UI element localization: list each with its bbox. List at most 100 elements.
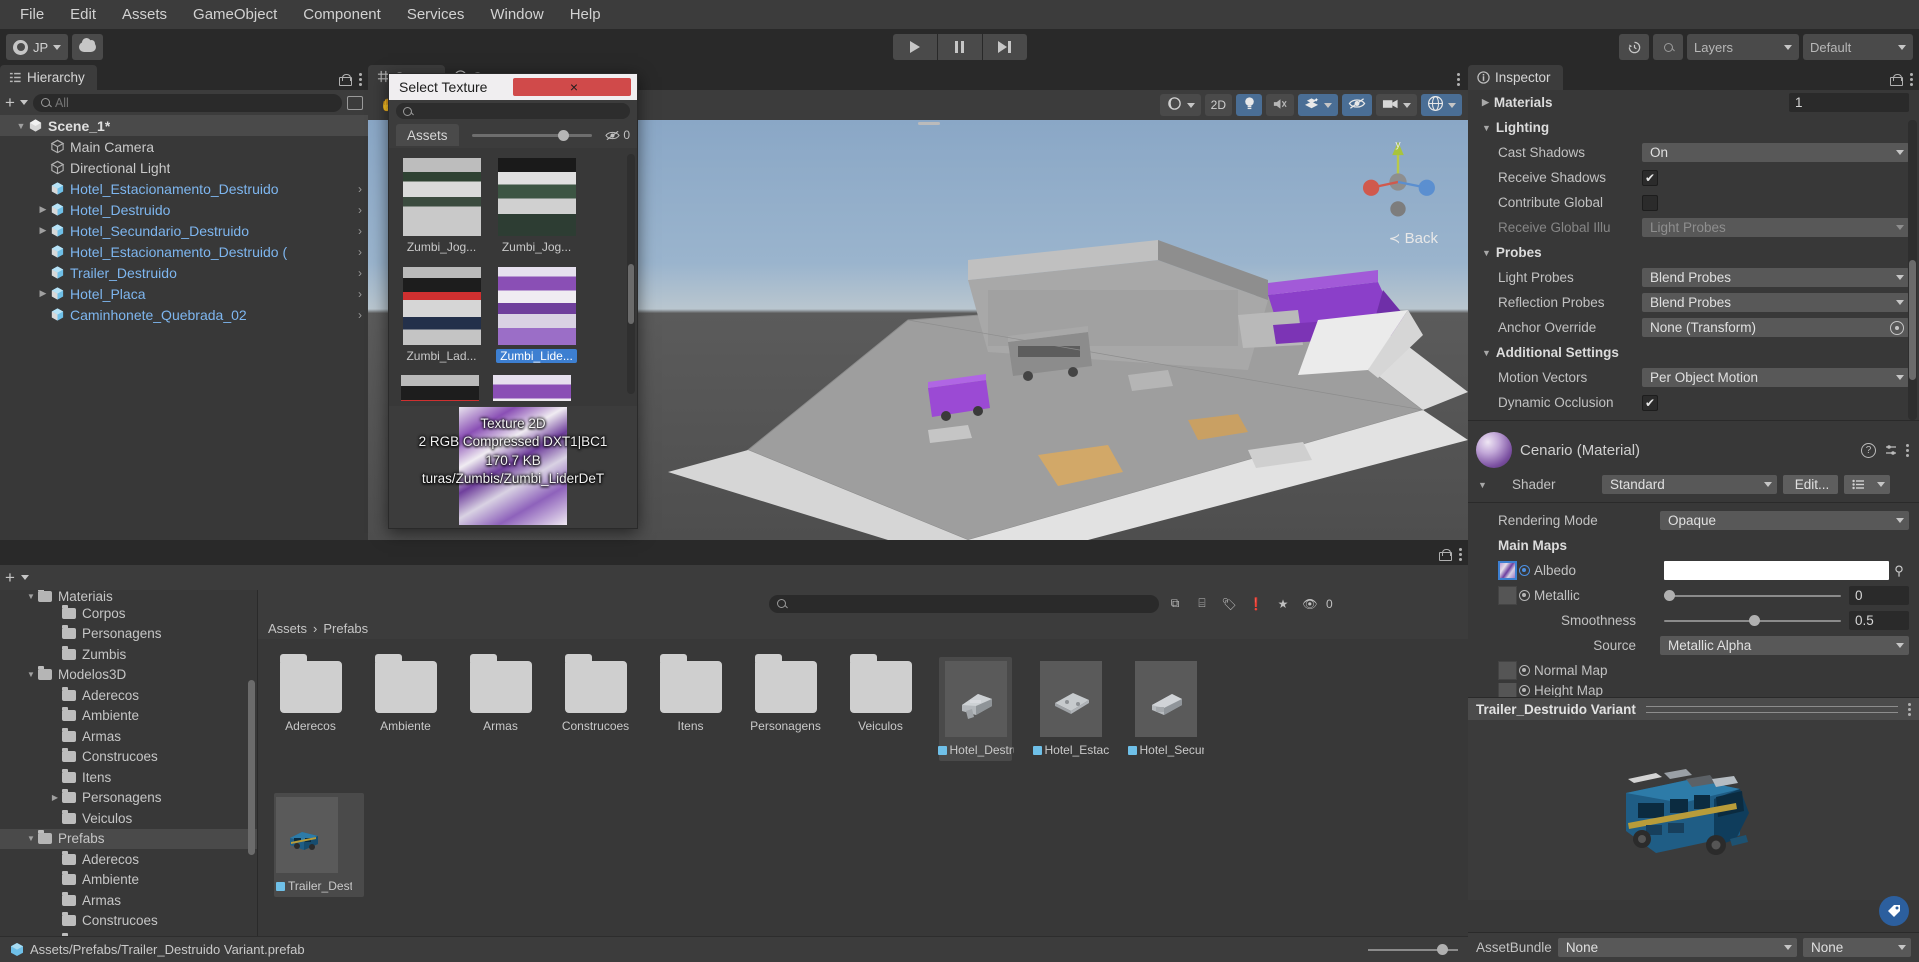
menu-item-edit[interactable]: Edit — [58, 3, 108, 26]
material-menu-button[interactable] — [1906, 443, 1909, 457]
source-dropdown[interactable]: Metallic Alpha — [1660, 636, 1909, 655]
chevron-down-icon[interactable]: ▼ — [24, 834, 38, 843]
object-picker-icon[interactable] — [1890, 320, 1904, 335]
hierarchy-row[interactable]: ▶ Hotel_Placa › — [0, 283, 368, 304]
normal-map-radio-icon[interactable] — [1519, 665, 1530, 676]
dynamic-occlusion-checkbox[interactable]: ✔ — [1642, 394, 1658, 411]
layers-dropdown[interactable]: Layers — [1687, 34, 1799, 60]
filter-type-icon[interactable]: ⌸ — [1191, 594, 1213, 614]
cast-shadows-dropdown[interactable]: On — [1642, 143, 1909, 162]
shader-dropdown[interactable]: Standard — [1602, 475, 1777, 494]
eyedropper-icon[interactable]: ⚲ — [1889, 561, 1909, 580]
inspector-scrollbar[interactable] — [1908, 120, 1917, 420]
height-map-radio-icon[interactable] — [1519, 684, 1530, 696]
assetbundle-variant-dropdown[interactable]: None — [1803, 938, 1911, 957]
menu-item-assets[interactable]: Assets — [110, 3, 179, 26]
chevron-right-icon[interactable]: › — [358, 203, 362, 217]
texture-cell[interactable]: Zumbi_Lide... — [496, 266, 577, 368]
project-tree-row[interactable]: Ambiente — [0, 706, 257, 727]
rendering-mode-dropdown[interactable]: Opaque — [1660, 511, 1909, 530]
chevron-right-icon[interactable]: › — [358, 224, 362, 238]
project-tree-row[interactable]: ▶ Personagens — [0, 788, 257, 809]
help-icon[interactable]: ? — [1861, 442, 1876, 458]
probes-header[interactable]: ▼ Probes — [1468, 240, 1919, 265]
asset-folder[interactable]: Aderecos — [274, 654, 347, 761]
chevron-right-icon[interactable]: › — [358, 308, 362, 322]
asset-folder[interactable]: Personagens — [749, 654, 822, 761]
project-search-input[interactable] — [791, 596, 1151, 611]
metallic-radio-icon[interactable] — [1519, 590, 1530, 601]
contribute-global-checkbox[interactable] — [1642, 194, 1658, 211]
albedo-color-swatch[interactable] — [1664, 561, 1889, 580]
preset-icon[interactable] — [1884, 443, 1898, 457]
normal-map-thumbnail[interactable] — [1498, 661, 1517, 680]
height-map-thumbnail[interactable] — [1498, 683, 1517, 697]
preview-resize-grip[interactable] — [1645, 705, 1898, 713]
pause-button[interactable] — [937, 34, 982, 60]
menu-item-file[interactable]: File — [8, 3, 56, 26]
project-tree-row[interactable]: Armas — [0, 890, 257, 911]
scene-orientation-gizmo[interactable]: y — [1350, 134, 1446, 230]
albedo-texture-thumbnail[interactable] — [1498, 561, 1517, 580]
dialog-search-input[interactable] — [417, 104, 623, 118]
texture-thumbnail[interactable] — [493, 375, 571, 402]
project-tree-row[interactable]: Ambiente — [0, 870, 257, 891]
close-icon[interactable]: × — [513, 78, 631, 96]
anchor-override-field[interactable]: None (Transform) — [1642, 318, 1909, 337]
asset-folder[interactable]: Ambiente — [369, 654, 442, 761]
project-tree-row[interactable]: Zumbis — [0, 644, 257, 665]
cloud-button[interactable] — [72, 34, 104, 60]
hierarchy-search-input[interactable] — [54, 95, 334, 110]
asset-prefab[interactable]: Hotel_Destru... — [937, 657, 1014, 761]
favorites-icon[interactable]: ★ — [1272, 594, 1294, 614]
asset-folder[interactable]: Veiculos — [844, 654, 917, 761]
chevron-down-icon[interactable]: ▼ — [1482, 348, 1491, 358]
hierarchy-row[interactable]: ▶ Hotel_Secundario_Destruido › — [0, 220, 368, 241]
chevron-down-icon[interactable]: ▼ — [24, 670, 38, 679]
menu-item-component[interactable]: Component — [291, 3, 393, 26]
reflection-probes-dropdown[interactable]: Blend Probes — [1642, 293, 1909, 312]
lock-icon[interactable] — [339, 73, 352, 86]
additional-settings-header[interactable]: ▼ Additional Settings — [1468, 340, 1919, 365]
warning-count-icon[interactable]: ❗ — [1245, 594, 1267, 614]
scene-fx[interactable] — [1298, 94, 1338, 116]
asset-prefab[interactable]: Hotel_Estaci... — [1032, 657, 1109, 761]
preview-menu-button[interactable] — [1908, 702, 1911, 716]
project-tree-row[interactable]: Aderecos — [0, 685, 257, 706]
gizmos-toggle[interactable] — [1421, 94, 1462, 116]
project-tree-row[interactable]: Armas — [0, 726, 257, 747]
project-tree-row[interactable]: Personagens — [0, 624, 257, 645]
project-tree-row[interactable]: Construcoes — [0, 747, 257, 768]
scene-visibility[interactable] — [1342, 94, 1372, 116]
dialog-titlebar[interactable]: Select Texture × — [389, 74, 637, 100]
scene-camera[interactable] — [1376, 94, 1417, 116]
scene-audio[interactable] — [1266, 94, 1294, 116]
smoothness-slider[interactable] — [1664, 611, 1841, 630]
project-tree-row[interactable]: Construcoes — [0, 911, 257, 932]
chevron-down-icon[interactable] — [19, 100, 28, 105]
receive-shadows-checkbox[interactable]: ✔ — [1642, 169, 1658, 186]
menu-item-help[interactable]: Help — [558, 3, 613, 26]
asset-folder[interactable]: Itens — [654, 654, 727, 761]
hierarchy-row[interactable]: ▼ Scene_1* — [0, 115, 368, 136]
chevron-right-icon[interactable]: ▶ — [36, 204, 50, 215]
chevron-right-icon[interactable]: ▶ — [36, 288, 50, 299]
shader-preset-dropdown[interactable] — [1844, 475, 1890, 494]
project-tree-row[interactable]: Aderecos — [0, 849, 257, 870]
assetbundle-dropdown[interactable]: None — [1557, 938, 1797, 957]
metallic-texture-thumbnail[interactable] — [1498, 586, 1517, 605]
shading-mode[interactable] — [1159, 94, 1201, 116]
chevron-right-icon[interactable]: ▶ — [1482, 97, 1489, 108]
chevron-right-icon[interactable]: › — [358, 245, 362, 259]
materials-row[interactable]: ▶ Materials 1 — [1468, 90, 1919, 115]
project-tree-row[interactable]: Veiculos — [0, 808, 257, 829]
scene-lighting[interactable] — [1236, 94, 1262, 116]
chevron-right-icon[interactable]: ▶ — [48, 793, 62, 802]
account-button[interactable]: JP — [6, 34, 69, 60]
preview-viewport[interactable] — [1468, 720, 1919, 900]
hierarchy-row[interactable]: Caminhonete_Quebrada_02 › — [0, 304, 368, 325]
project-tree-scrollbar[interactable] — [247, 590, 256, 962]
light-probes-dropdown[interactable]: Blend Probes — [1642, 268, 1909, 287]
search-expand-icon[interactable]: ⧉ — [1164, 594, 1186, 614]
shader-edit-button[interactable]: Edit... — [1783, 475, 1838, 494]
